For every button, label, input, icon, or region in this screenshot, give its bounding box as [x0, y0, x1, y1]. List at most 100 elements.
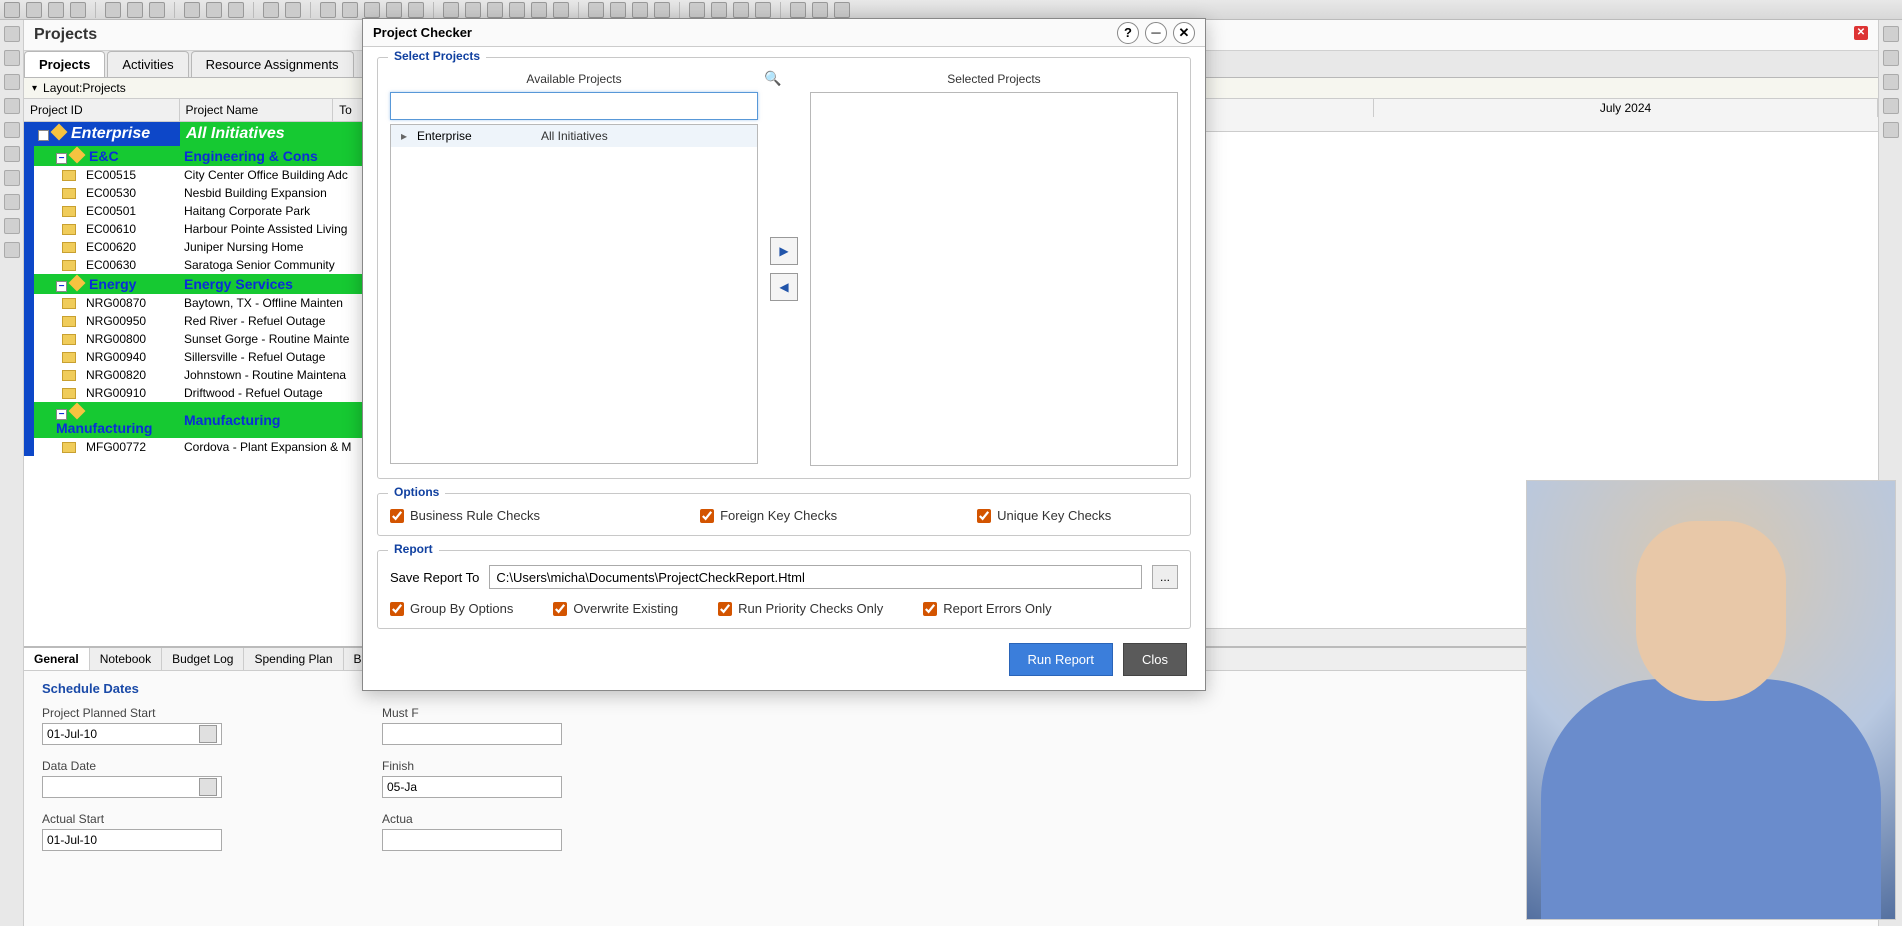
toolbar-button[interactable] [733, 2, 749, 18]
run-report-button[interactable]: Run Report [1009, 643, 1113, 676]
tree-group-e&c[interactable]: −E&CEngineering & Cons [24, 146, 365, 166]
toolbar-button[interactable] [206, 2, 222, 18]
tree-row[interactable]: NRG00940Sillersville - Refuel Outage [24, 348, 365, 366]
minimize-button[interactable]: ─ [1145, 22, 1167, 44]
tree-row[interactable]: EC00515City Center Office Building Adc [24, 166, 365, 184]
details-tab-budget-log[interactable]: Budget Log [162, 648, 244, 670]
selected-projects-list[interactable] [810, 92, 1178, 466]
tree-header-project-name[interactable]: Project Name [180, 99, 334, 121]
toolbar-button[interactable] [26, 2, 42, 18]
toolbar-button[interactable] [689, 2, 705, 18]
toolbar-button[interactable] [812, 2, 828, 18]
details-tab-notebook[interactable]: Notebook [90, 648, 162, 670]
toolbar-button[interactable] [509, 2, 525, 18]
close-button[interactable]: ✕ [1173, 22, 1195, 44]
toolbar-button[interactable] [654, 2, 670, 18]
details-tab-general[interactable]: General [24, 648, 90, 670]
rail-button[interactable] [4, 242, 20, 258]
rail-button[interactable] [4, 218, 20, 234]
rail-button[interactable] [4, 122, 20, 138]
tree-row[interactable]: EC00620Juniper Nursing Home [24, 238, 365, 256]
report-path-input[interactable]: C:\Users\micha\Documents\ProjectCheckRep… [489, 565, 1142, 589]
rail-button[interactable] [4, 170, 20, 186]
toolbar-button[interactable] [632, 2, 648, 18]
calendar-icon[interactable] [199, 778, 217, 796]
toolbar-button[interactable] [443, 2, 459, 18]
tree-row[interactable]: NRG00800Sunset Gorge - Routine Mainte [24, 330, 365, 348]
close-pane-button[interactable]: ✕ [1854, 26, 1868, 40]
tree-group-energy[interactable]: −EnergyEnergy Services [24, 274, 365, 294]
foreign-key-checkbox[interactable]: Foreign Key Checks [700, 508, 837, 523]
unique-key-checkbox[interactable]: Unique Key Checks [977, 508, 1111, 523]
toolbar-button[interactable] [70, 2, 86, 18]
planned-start-input[interactable]: 01-Jul-10 [42, 723, 222, 745]
details-tab-spending-plan[interactable]: Spending Plan [244, 648, 343, 670]
rail-button[interactable] [1883, 122, 1899, 138]
rail-button[interactable] [4, 194, 20, 210]
rail-button[interactable] [4, 50, 20, 66]
tree-row[interactable]: EC00610Harbour Pointe Assisted Living [24, 220, 365, 238]
expand-icon[interactable]: ▸ [397, 129, 411, 143]
rail-button[interactable] [1883, 74, 1899, 90]
must-finish-input[interactable] [382, 723, 562, 745]
toolbar-button[interactable] [711, 2, 727, 18]
tree-header-to[interactable]: To [333, 99, 365, 121]
available-projects-list[interactable]: ▸EnterpriseAll Initiatives [390, 124, 758, 464]
rail-button[interactable] [4, 74, 20, 90]
toolbar-button[interactable] [285, 2, 301, 18]
tree-row[interactable]: EC00530Nesbid Building Expansion [24, 184, 365, 202]
rail-button[interactable] [4, 26, 20, 42]
tree-row[interactable]: EC00630Saratoga Senior Community [24, 256, 365, 274]
toolbar-button[interactable] [48, 2, 64, 18]
rail-button[interactable] [4, 98, 20, 114]
tree-row[interactable]: NRG00950Red River - Refuel Outage [24, 312, 365, 330]
toolbar-button[interactable] [834, 2, 850, 18]
business-rule-checkbox[interactable]: Business Rule Checks [390, 508, 540, 523]
toolbar-button[interactable] [364, 2, 380, 18]
browse-button[interactable]: ... [1152, 565, 1178, 589]
move-right-button[interactable]: ▶ [770, 237, 798, 265]
tree-row[interactable]: MFG00772Cordova - Plant Expansion & M [24, 438, 365, 456]
data-date-input[interactable] [42, 776, 222, 798]
toolbar-button[interactable] [610, 2, 626, 18]
toolbar-button[interactable] [408, 2, 424, 18]
errors-only-checkbox[interactable]: Report Errors Only [923, 601, 1051, 616]
actual-input[interactable] [382, 829, 562, 851]
tree-row[interactable]: NRG00820Johnstown - Routine Maintena [24, 366, 365, 384]
close-dialog-button[interactable]: Clos [1123, 643, 1187, 676]
tree-row[interactable]: NRG00870Baytown, TX - Offline Mainten [24, 294, 365, 312]
tab-resource-assignments[interactable]: Resource Assignments [191, 51, 354, 77]
group-by-checkbox[interactable]: Group By Options [390, 601, 513, 616]
tree-body[interactable]: −EnterpriseAll Initiatives−E&CEngineerin… [24, 122, 365, 646]
priority-checkbox[interactable]: Run Priority Checks Only [718, 601, 883, 616]
toolbar-button[interactable] [755, 2, 771, 18]
toolbar-button[interactable] [105, 2, 121, 18]
available-project-row[interactable]: ▸EnterpriseAll Initiatives [391, 125, 757, 147]
tab-projects[interactable]: Projects [24, 51, 105, 77]
dialog-titlebar[interactable]: Project Checker ? ─ ✕ [363, 19, 1205, 47]
tree-row[interactable]: NRG00910Driftwood - Refuel Outage [24, 384, 365, 402]
tree-group-root[interactable]: −EnterpriseAll Initiatives [24, 122, 365, 146]
toolbar-button[interactable] [588, 2, 604, 18]
actual-start-input[interactable]: 01-Jul-10 [42, 829, 222, 851]
toolbar-button[interactable] [531, 2, 547, 18]
toolbar-button[interactable] [386, 2, 402, 18]
rail-button[interactable] [1883, 50, 1899, 66]
toolbar-button[interactable] [127, 2, 143, 18]
toolbar-button[interactable] [149, 2, 165, 18]
available-search-input[interactable] [390, 92, 758, 120]
help-button[interactable]: ? [1117, 22, 1139, 44]
tree-row[interactable]: EC00501Haitang Corporate Park [24, 202, 365, 220]
tree-header-project-id[interactable]: Project ID [24, 99, 180, 121]
toolbar-button[interactable] [184, 2, 200, 18]
toolbar-button[interactable] [487, 2, 503, 18]
toolbar-button[interactable] [4, 2, 20, 18]
toolbar-button[interactable] [790, 2, 806, 18]
overwrite-checkbox[interactable]: Overwrite Existing [553, 601, 678, 616]
move-left-button[interactable]: ◀ [770, 273, 798, 301]
toolbar-button[interactable] [263, 2, 279, 18]
toolbar-button[interactable] [553, 2, 569, 18]
calendar-icon[interactable] [199, 725, 217, 743]
rail-button[interactable] [4, 146, 20, 162]
rail-button[interactable] [1883, 26, 1899, 42]
